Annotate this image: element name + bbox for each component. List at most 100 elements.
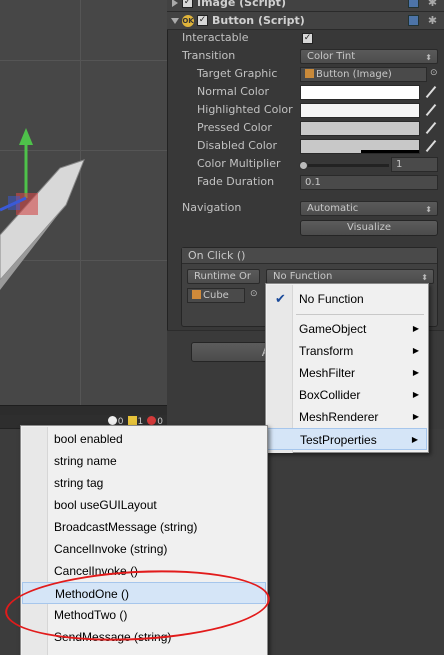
menu-separator <box>296 314 424 315</box>
slider-thumb[interactable] <box>299 161 308 170</box>
menu-item-string-name[interactable]: string name <box>22 450 266 472</box>
target-graphic-row: Target Graphic Button (Image) ⊙ <box>167 65 444 83</box>
color-multiplier-field[interactable]: 1 <box>391 157 438 172</box>
fade-duration-field[interactable]: 0.1 <box>300 175 438 190</box>
runtime-value: Runtime Or <box>194 271 251 282</box>
button-component-icon: OK <box>182 14 194 27</box>
warning-icon <box>127 416 137 425</box>
scene-objects <box>0 128 85 290</box>
disabled-color-row: Disabled Color <box>167 137 444 155</box>
cube-icon <box>192 290 201 299</box>
expand-arrow-icon[interactable] <box>171 17 179 24</box>
menu-item-label: TestProperties <box>300 433 377 447</box>
menu-item-testproperties[interactable]: TestProperties ▶ <box>267 428 427 450</box>
pressed-color-row: Pressed Color <box>167 119 444 137</box>
scene-view[interactable] <box>0 0 167 405</box>
alpha-bar <box>361 150 419 153</box>
pressed-color-label: Pressed Color <box>197 121 272 134</box>
navigation-dropdown[interactable]: Automatic ⬍ <box>300 201 438 216</box>
visualize-label: Visualize <box>346 222 392 233</box>
runtime-mode-dropdown[interactable]: Runtime Or <box>187 269 260 284</box>
transition-dropdown[interactable]: Color Tint ⬍ <box>300 49 438 64</box>
function-dropdown[interactable]: No Function ⬍ <box>266 269 434 284</box>
menu-item-label: BoxCollider <box>299 388 361 402</box>
menu-item-label: string tag <box>54 476 104 490</box>
submenu-arrow-icon: ▶ <box>411 435 418 444</box>
normal-color-label: Normal Color <box>197 85 270 98</box>
menu-item-bool-enabled[interactable]: bool enabled <box>22 428 266 450</box>
collapse-arrow-icon[interactable] <box>172 0 178 7</box>
image-enabled-checkbox[interactable]: ✓ <box>182 0 193 8</box>
visualize-button[interactable]: Visualize <box>300 220 438 236</box>
gear-icon[interactable]: ✱ <box>427 15 438 26</box>
menu-item-no-function[interactable]: ✔ No Function <box>267 288 427 310</box>
normal-color-row: Normal Color <box>167 83 444 101</box>
target-graphic-value: Button (Image) <box>316 69 392 80</box>
help-book-icon[interactable] <box>408 0 419 8</box>
fade-duration-value: 0.1 <box>305 177 321 188</box>
component-popup-menu: ✔ No Function GameObject ▶ Transform ▶ Mes… <box>265 283 429 453</box>
interactable-checkbox[interactable]: ✓ <box>302 33 313 44</box>
menu-item-label: MeshRenderer <box>299 410 379 424</box>
pressed-color-swatch[interactable] <box>300 121 420 136</box>
target-graphic-field[interactable]: Button (Image) <box>300 67 427 82</box>
submenu-arrow-icon: ▶ <box>412 368 419 377</box>
submenu-arrow-icon: ▶ <box>412 412 419 421</box>
highlighted-color-swatch[interactable] <box>300 103 420 118</box>
eyedropper-icon[interactable] <box>425 122 437 134</box>
disabled-color-swatch[interactable] <box>300 139 420 154</box>
gear-icon[interactable]: ✱ <box>427 0 438 8</box>
menu-item-meshfilter[interactable]: MeshFilter ▶ <box>267 362 427 384</box>
menu-item-label: GameObject <box>299 322 367 336</box>
menu-item-transform[interactable]: Transform ▶ <box>267 340 427 362</box>
object-picker-icon[interactable]: ⊙ <box>250 289 258 299</box>
menu-item-label: CancelInvoke (string) <box>54 542 168 556</box>
color-multiplier-slider[interactable] <box>303 164 389 167</box>
target-object-field[interactable]: Cube <box>187 288 245 303</box>
highlighted-color-row: Highlighted Color <box>167 101 444 119</box>
disabled-color-label: Disabled Color <box>197 139 278 152</box>
eyedropper-icon[interactable] <box>425 140 437 152</box>
button-enabled-checkbox[interactable]: ✓ <box>197 15 208 26</box>
menu-item-broadcastmessage[interactable]: BroadcastMessage (string) <box>22 516 266 538</box>
transition-value: Color Tint <box>307 51 356 62</box>
color-multiplier-value: 1 <box>396 159 403 170</box>
eyedropper-icon[interactable] <box>425 86 437 98</box>
menu-item-label: bool enabled <box>54 432 123 446</box>
scene-status-bar <box>0 405 167 415</box>
transition-label: Transition <box>182 49 236 62</box>
dropdown-arrow-icon: ⬍ <box>425 205 432 214</box>
menu-item-label: string name <box>54 454 117 468</box>
menu-item-bool-useguilayout[interactable]: bool useGUILayout <box>22 494 266 516</box>
navigation-label: Navigation <box>182 201 242 214</box>
image-component-header[interactable]: ✓ Image (Script) ✱ <box>167 0 444 12</box>
interactable-label: Interactable <box>182 31 249 44</box>
fade-duration-row: Fade Duration 0.1 <box>167 173 444 191</box>
submenu-arrow-icon: ▶ <box>412 390 419 399</box>
image-component-title: Image (Script) <box>197 0 286 9</box>
button-component-header[interactable]: OK ✓ Button (Script) ✱ <box>167 12 444 30</box>
eyedropper-icon[interactable] <box>425 104 437 116</box>
highlighted-color-label: Highlighted Color <box>197 103 293 116</box>
menu-item-string-tag[interactable]: string tag <box>22 472 266 494</box>
transition-row: Transition Color Tint ⬍ <box>167 47 444 65</box>
menu-item-label: bool useGUILayout <box>54 498 157 512</box>
menu-item-label: Transform <box>299 344 354 358</box>
image-component-icon <box>305 69 314 78</box>
menu-item-boxcollider[interactable]: BoxCollider ▶ <box>267 384 427 406</box>
object-picker-icon[interactable]: ⊙ <box>430 68 438 78</box>
button-component-title: Button (Script) <box>212 14 305 27</box>
normal-color-swatch[interactable] <box>300 85 420 100</box>
menu-item-gameobject[interactable]: GameObject ▶ <box>267 318 427 340</box>
navigation-row: Navigation Automatic ⬍ <box>167 199 444 217</box>
target-graphic-label: Target Graphic <box>197 67 278 80</box>
submenu-arrow-icon: ▶ <box>412 324 419 333</box>
help-book-icon[interactable] <box>408 15 419 26</box>
checkmark-icon: ✔ <box>275 291 286 306</box>
submenu-arrow-icon: ▶ <box>412 346 419 355</box>
menu-item-cancelinvoke-string[interactable]: CancelInvoke (string) <box>22 538 266 560</box>
info-icon <box>107 416 117 425</box>
menu-item-meshrenderer[interactable]: MeshRenderer ▶ <box>267 406 427 428</box>
menu-item-label: BroadcastMessage (string) <box>54 520 198 534</box>
color-multiplier-label: Color Multiplier <box>197 157 281 170</box>
